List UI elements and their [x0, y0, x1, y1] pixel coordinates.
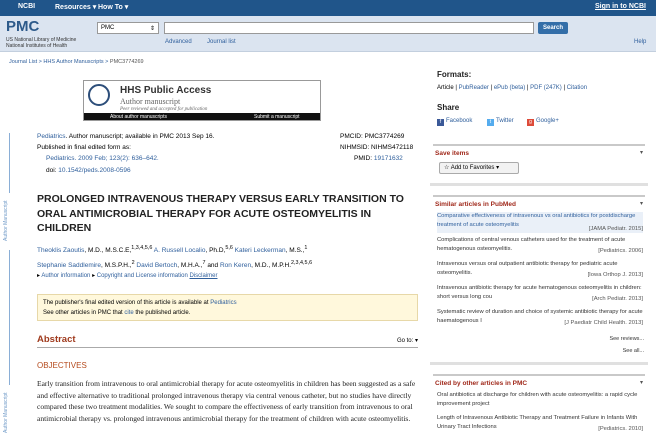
margin-line	[9, 133, 10, 193]
ncbi-logo[interactable]: NCBI	[18, 3, 35, 10]
crumb-pmcid: PMC3774269	[109, 59, 144, 65]
format-pdf[interactable]: PDF (247K)	[530, 85, 562, 91]
formats-heading: Formats:	[437, 70, 472, 79]
author-info-row: ▸ Author information ▸ Copyright and Lic…	[37, 273, 218, 279]
advanced-link[interactable]: Advanced	[165, 39, 192, 45]
format-citation[interactable]: Citation	[567, 85, 587, 91]
similar-articles-panel: Similar articles in PubMed ▾	[433, 195, 645, 210]
hhs-note: Peer reviewed and accepted for publicati…	[120, 107, 208, 112]
cited-article-item[interactable]: Oral antibiotics at discharge for childr…	[437, 391, 643, 410]
format-epub[interactable]: ePub (beta)	[494, 85, 525, 91]
author-link[interactable]: Theoklis Zaoutis	[37, 247, 84, 254]
author-link[interactable]: Ron Keren	[220, 262, 251, 269]
hhs-subtitle: Author manuscript	[120, 97, 181, 106]
objectives-heading: OBJECTIVES	[37, 361, 87, 370]
margin-line	[9, 250, 10, 385]
toggle-icon[interactable]: ▾	[640, 149, 643, 156]
publisher-link[interactable]: Pediatrics	[210, 300, 236, 306]
help-link[interactable]: Help	[634, 39, 646, 45]
citation-line: Pediatrics. Author manuscript; available…	[37, 133, 215, 140]
search-input[interactable]	[164, 22, 534, 34]
save-items-panel: Save items ▾	[433, 144, 645, 159]
crumb-journal-list[interactable]: Journal List	[9, 59, 37, 65]
format-article[interactable]: Article	[437, 85, 454, 91]
share-heading: Share	[437, 103, 460, 112]
google-plus-icon: g	[527, 119, 534, 126]
howto-menu[interactable]: How To ▾	[98, 3, 128, 11]
article-title: PROLONGED INTRAVENOUS THERAPY VERSUS EAR…	[37, 193, 404, 234]
resources-menu[interactable]: Resources ▾	[55, 3, 96, 11]
format-pubreader[interactable]: PubReader	[459, 85, 489, 91]
top-bar: NCBI Resources ▾ How To ▾ Sign in to NCB…	[0, 0, 656, 16]
similar-article-item[interactable]: Complications of central venous catheter…	[437, 236, 643, 255]
author-information-link[interactable]: Author information	[41, 273, 90, 279]
star-icon: ☆	[444, 165, 451, 171]
author-link[interactable]: Kateri Leckerman	[235, 247, 286, 254]
facebook-icon: f	[437, 119, 444, 126]
see-reviews-link[interactable]: See reviews...	[609, 336, 644, 342]
see-all-link[interactable]: See all...	[623, 348, 644, 354]
submit-manuscript-link[interactable]: Submit a manuscript	[254, 114, 300, 120]
crumb-hhs[interactable]: HHS Author Manuscripts	[43, 59, 103, 65]
hhs-eagle-icon	[88, 84, 110, 106]
pmcid: PMCID: PMC3774269	[340, 133, 405, 140]
search-button[interactable]: Search	[538, 22, 568, 34]
cited-article-item[interactable]: Length of Intravenous Antibiotic Therapy…	[437, 414, 643, 433]
breadcrumb: Journal List > HHS Author Manuscripts > …	[9, 59, 144, 65]
pmid: PMID: 19171632	[354, 155, 403, 162]
nlm-label: US National Library of Medicine National …	[6, 37, 77, 49]
goto-menu[interactable]: Go to: ▾	[397, 337, 418, 344]
pmc-logo[interactable]: PMC	[6, 18, 39, 35]
save-items-heading: Save items	[435, 150, 469, 157]
toggle-icon[interactable]: ▾	[640, 200, 643, 207]
panel-divider	[430, 183, 648, 186]
author-link[interactable]: A. Russell Localio	[154, 247, 206, 254]
journal-list-link[interactable]: Journal list	[207, 39, 236, 45]
author-list: Theoklis Zaoutis, M.D., M.S.C.E,1,3,4,5,…	[37, 245, 313, 270]
pmid-link[interactable]: 19171632	[374, 155, 403, 162]
cited-by-heading: Cited by other articles in PMC	[435, 380, 528, 387]
abstract-heading: Abstract	[37, 334, 76, 345]
doi-link[interactable]: 10.1542/peds.2008-0596	[58, 167, 130, 174]
add-to-favorites-button[interactable]: ☆ Add to Favorites ▾	[439, 162, 519, 174]
cite-link[interactable]: cite	[124, 310, 133, 316]
author-link[interactable]: David Bertoch	[136, 262, 177, 269]
share-google[interactable]: g Google+	[527, 118, 559, 126]
reference-link[interactable]: Pediatrics. 2009 Feb; 123(2): 636–642.	[46, 154, 159, 163]
share-twitter[interactable]: t Twitter	[487, 118, 514, 126]
toggle-icon[interactable]: ▾	[640, 379, 643, 386]
similar-article-item[interactable]: Systematic review of duration and choice…	[437, 308, 643, 327]
author-manuscript-label: Author Manuscript	[3, 392, 9, 433]
twitter-icon: t	[487, 119, 494, 126]
hhs-banner: HHS Public Access Author manuscript Peer…	[83, 80, 321, 121]
similar-article-item[interactable]: Comparative effectiveness of intravenous…	[437, 212, 643, 233]
journal-link[interactable]: Pediatrics	[37, 133, 66, 140]
share-facebook[interactable]: f Facebook	[437, 118, 472, 126]
database-select[interactable]: PMC ⇕	[97, 22, 159, 34]
abstract-header: Abstract Go to: ▾	[37, 334, 418, 348]
hhs-link-bar: About author manuscripts Submit a manusc…	[84, 113, 320, 120]
similar-articles-heading: Similar articles in PubMed	[435, 201, 516, 208]
nihmsid: NIHMSID: NIHMS472118	[340, 144, 414, 151]
similar-article-item[interactable]: Intravenous versus oral outpatient antib…	[437, 260, 643, 279]
published-as: Published in final edited form as:	[37, 144, 131, 151]
cited-by-panel: Cited by other articles in PMC ▾	[433, 374, 645, 389]
search-header: PMC US National Library of Medicine Natio…	[0, 16, 656, 52]
abstract-text: Early transition from intravenous to ora…	[37, 379, 416, 423]
panel-divider	[430, 362, 648, 365]
about-manuscripts-link[interactable]: About author manuscripts	[110, 114, 167, 120]
hhs-title: HHS Public Access	[120, 85, 212, 96]
author-link[interactable]: Stephanie Saddlemire	[37, 262, 101, 269]
signin-link[interactable]: Sign in to NCBI	[595, 3, 646, 10]
similar-article-item[interactable]: Intravenous antibiotic therapy for acute…	[437, 284, 643, 303]
doi-line: doi: 10.1542/peds.2008-0596	[46, 167, 131, 174]
publisher-notice: The publisher's final edited version of …	[37, 294, 418, 321]
chevron-down-icon: ⇕	[149, 26, 155, 32]
author-manuscript-label: Author Manuscript	[3, 200, 9, 241]
formats-row: Article | PubReader | ePub (beta) | PDF …	[437, 85, 588, 91]
disclaimer-link[interactable]: Disclaimer	[189, 273, 217, 279]
copyright-link[interactable]: Copyright and License information	[97, 273, 188, 279]
